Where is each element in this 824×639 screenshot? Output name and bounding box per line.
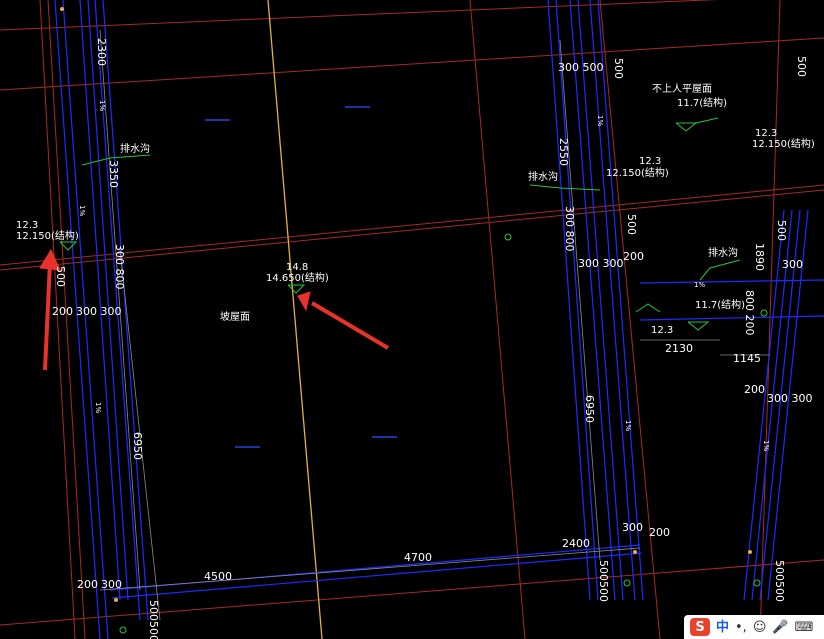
dim-300-800-left: 300 800 <box>113 244 126 290</box>
drain-label-right: 排水沟 <box>708 246 738 259</box>
dim-200-mid: 200 <box>623 250 644 263</box>
walls <box>54 0 824 639</box>
dim-2130: 2130 <box>665 342 693 355</box>
dim-500500-far: 500500 <box>773 560 786 602</box>
dim-4500: 4500 <box>204 570 232 583</box>
dim-500-far: 500 <box>775 220 788 241</box>
sogou-logo-icon[interactable]: S <box>690 618 710 636</box>
slope-mark-7: 1% <box>762 440 770 451</box>
dim-6950-right: 6950 <box>583 395 596 423</box>
microphone-icon[interactable]: 🎤 <box>772 621 788 634</box>
ridge-line <box>267 0 323 639</box>
elevation-mid-top: 12.3 <box>639 156 661 167</box>
dim-200-bottom-left: 200 <box>77 578 98 591</box>
elevation-right-bottom: 12.150(结构) <box>752 137 815 150</box>
slope-mark-6: 1% <box>694 281 705 289</box>
dim-500-mid: 500 <box>625 214 638 235</box>
dim-500-left: 500 <box>54 266 67 287</box>
elevation-flat-1: 11.7(结构) <box>677 96 727 109</box>
dim-500-top-right: 500 <box>612 58 625 79</box>
dim-800-200: 800 200 <box>743 290 756 336</box>
keyboard-icon[interactable]: ⌨ <box>795 621 814 634</box>
slope-mark-1: 1% <box>98 100 106 111</box>
slope-mark-3: 1% <box>94 402 102 413</box>
dim-200-left: 200 <box>52 305 73 318</box>
elevation-center-bottom: 14.650(结构) <box>266 271 329 284</box>
ime-language-toggle[interactable]: 中 <box>716 621 729 634</box>
axis-grid <box>0 0 824 639</box>
elevation-flat-2: 11.7(结构) <box>695 298 745 311</box>
dim-300-far: 300 <box>782 258 803 271</box>
slope-mark-2: 1% <box>78 205 86 216</box>
drain-label-left: 排水沟 <box>120 142 150 155</box>
slope-mark-4: 1% <box>596 115 604 126</box>
dim-300-800-mid: 300 800 <box>563 206 576 252</box>
dim-2300: 2300 <box>95 38 108 66</box>
dim-300-300-mid: 300 300 <box>578 257 624 270</box>
dim-300-bottom-left: 300 <box>101 578 122 591</box>
dim-300-300-far: 300 300 <box>767 392 813 405</box>
elevation-center-top: 14.8 <box>286 262 308 273</box>
elevation-left-top: 12.3 <box>16 220 38 231</box>
dim-1890: 1890 <box>753 243 766 271</box>
dim-500500-bottom: 500500 <box>147 600 160 639</box>
drain-label-mid: 排水沟 <box>528 170 558 183</box>
flat-roof-label: 不上人平屋面 <box>652 83 712 95</box>
roof-slope-label: 坡屋面 <box>220 310 250 323</box>
dim-500500-right-bottom: 500500 <box>597 560 610 602</box>
dim-300-500-top: 300 500 <box>558 61 604 74</box>
dim-6950-left: 6950 <box>131 432 144 460</box>
elevation-mid-bottom: 12.150(结构) <box>606 166 669 179</box>
dim-2400: 2400 <box>562 537 590 550</box>
ime-toolbar[interactable]: S 中 •, ☺ 🎤 ⌨ <box>684 615 824 639</box>
dim-4700: 4700 <box>404 551 432 564</box>
emoji-icon[interactable]: ☺ <box>753 621 767 634</box>
dim-300-300-left: 300 300 <box>76 305 122 318</box>
dim-200-far: 200 <box>744 383 765 396</box>
dim-2550: 2550 <box>557 138 570 166</box>
dim-1145: 1145 <box>733 352 761 365</box>
slope-mark-5: 1% <box>624 420 632 431</box>
dim-200-right-bottom: 200 <box>649 526 670 539</box>
dim-500-corner: 500 <box>795 56 808 77</box>
elevation-left-bottom: 12.150(结构) <box>16 229 79 242</box>
dim-300-right-bottom: 300 <box>622 521 643 534</box>
elevation-flat-3: 12.3 <box>651 325 673 336</box>
elevation-right-top: 12.3 <box>755 128 777 139</box>
dim-3350: 3350 <box>107 160 120 188</box>
cad-drawing-canvas[interactable]: 坡屋面 不上人平屋面 排水沟 排水沟 排水沟 12.3 12.150(结构) 1… <box>0 0 824 639</box>
punctuation-toggle[interactable]: •, <box>735 621 747 634</box>
